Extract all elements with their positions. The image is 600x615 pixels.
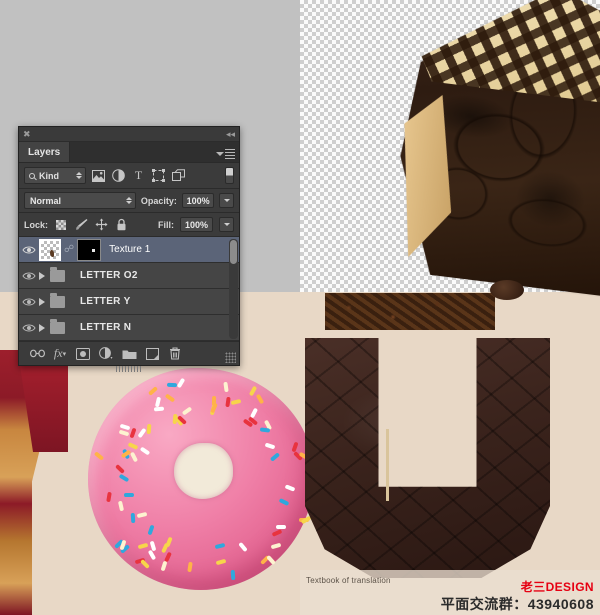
letter-u-stick [385, 429, 389, 502]
panel-titlebar: ✖ ◂◂ [19, 127, 239, 142]
panel-bottom-grip[interactable] [116, 366, 142, 372]
lock-position-move-icon[interactable] [94, 218, 108, 232]
panel-menu-icon[interactable] [216, 147, 235, 161]
donut-sprinkle [230, 570, 236, 581]
blend-mode-row: Normal Opacity: 100% [19, 189, 239, 213]
new-group-icon[interactable] [119, 345, 139, 363]
donut-sprinkle [172, 413, 178, 425]
layer-thumbnails[interactable]: ☍ [39, 238, 102, 261]
layer-row-letter-o2[interactable]: LETTER O2 [19, 263, 239, 289]
fill-label: Fill: [158, 219, 174, 230]
opacity-dropdown-button[interactable] [219, 193, 234, 208]
filter-kind-select[interactable]: Kind [24, 167, 86, 184]
panel-tabrow: Layers [19, 142, 239, 163]
opacity-input[interactable]: 100% [181, 193, 215, 208]
brownie-strip-image [325, 293, 495, 330]
layer-mask-thumbnail[interactable] [77, 238, 102, 261]
donut-sprinkle [130, 512, 136, 524]
layer-row-letter-y[interactable]: LETTER Y [19, 289, 239, 315]
watermark-qq-group: 平面交流群：43940608 [440, 596, 594, 612]
group-disclosure-triangle-icon[interactable] [39, 271, 45, 280]
layer-name-label[interactable]: LETTER O2 [80, 270, 138, 281]
layer-list-scrollbar-thumb[interactable] [230, 240, 237, 264]
watermark-translation-note: Textbook of translation [306, 576, 391, 585]
donut-sprinkle [146, 423, 152, 434]
watermark-brand: 老三DESIGN [520, 580, 594, 594]
lock-all-padlock-icon[interactable] [114, 218, 128, 232]
search-icon [29, 172, 35, 179]
tab-layers[interactable]: Layers [19, 142, 71, 162]
donut-sprinkle [167, 382, 178, 388]
pixel-layer-filter-icon[interactable] [91, 168, 106, 183]
link-layers-icon[interactable] [27, 345, 47, 363]
collapse-arrows-icon[interactable]: ◂◂ [226, 129, 235, 139]
fill-input[interactable]: 100% [180, 217, 213, 232]
adjustment-layer-filter-icon[interactable] [111, 168, 126, 183]
left-letter-counter [32, 452, 72, 615]
group-disclosure-triangle-icon[interactable] [39, 323, 45, 332]
blend-mode-select[interactable]: Normal [24, 192, 136, 209]
layer-list[interactable]: ☍ Texture 1 LETTER O2 LETTER Y LETTER N [19, 237, 239, 341]
donut-hole [173, 443, 233, 499]
layer-visibility-icon[interactable] [19, 245, 39, 255]
folder-icon [50, 292, 65, 308]
layer-list-scrollbar[interactable] [229, 239, 238, 339]
folder-icon [50, 318, 65, 334]
chocolate-cake-slice-image [387, 0, 600, 296]
filter-kind-label: Kind [39, 170, 59, 181]
group-disclosure-triangle-icon[interactable] [39, 297, 45, 306]
lock-label: Lock: [24, 219, 49, 230]
layers-panel[interactable]: ✖ ◂◂ Layers Kind T Normal Opacity: 100% … [18, 126, 240, 372]
chocolate-letter-u [305, 338, 550, 578]
new-layer-icon[interactable] [142, 345, 162, 363]
filter-enable-toggle[interactable] [225, 167, 234, 184]
opacity-label: Opacity: [140, 195, 177, 206]
panel-footer-toolbar: fx ▾ [19, 341, 239, 365]
donut-sprinkle [276, 525, 287, 530]
layer-visibility-icon[interactable] [19, 323, 39, 333]
letter-u-texture [305, 338, 550, 578]
chevron-down-icon [216, 152, 224, 156]
photoshop-screenshot: Textbook of translation 老三DESIGN 平面交流群：4… [0, 0, 600, 615]
layer-visibility-icon[interactable] [19, 297, 39, 307]
donut-sprinkle [259, 427, 271, 433]
lock-transparent-pixels-icon[interactable] [54, 218, 68, 232]
mask-link-icon[interactable]: ☍ [64, 244, 74, 255]
blend-mode-stepper[interactable] [125, 197, 132, 204]
pink-donut-image [88, 368, 320, 590]
blend-mode-value: Normal [30, 195, 62, 206]
layer-visibility-icon[interactable] [19, 271, 39, 281]
chocolate-crumb [490, 280, 524, 300]
delete-layer-icon[interactable] [165, 345, 185, 363]
close-icon[interactable]: ✖ [23, 129, 31, 139]
donut-sprinkle [124, 493, 135, 498]
lock-row: Lock: Fill: 100% [19, 213, 239, 237]
tab-layers-label: Layers [28, 146, 61, 158]
hamburger-icon [225, 147, 235, 161]
layer-thumbnail[interactable] [39, 238, 61, 261]
layer-row-texture-1[interactable]: ☍ Texture 1 [19, 237, 239, 263]
smart-object-filter-icon[interactable] [171, 168, 186, 183]
add-layer-mask-icon[interactable] [73, 345, 93, 363]
shape-layer-filter-icon[interactable] [151, 168, 166, 183]
layer-name-label[interactable]: Texture 1 [109, 244, 150, 255]
donut-sprinkle [222, 381, 229, 392]
panel-resize-grip[interactable] [225, 352, 236, 363]
layer-name-label[interactable]: LETTER Y [80, 296, 131, 307]
type-layer-filter-icon[interactable]: T [131, 168, 146, 183]
layer-filter-row: Kind T [19, 163, 239, 189]
layer-row-letter-n[interactable]: LETTER N [19, 315, 239, 341]
layer-name-label[interactable]: LETTER N [80, 322, 131, 333]
lock-image-pixels-brush-icon[interactable] [74, 218, 88, 232]
folder-icon [50, 266, 65, 282]
layer-style-fx-icon[interactable]: fx ▾ [50, 345, 70, 363]
new-adjustment-layer-icon[interactable] [96, 345, 116, 363]
filter-kind-stepper[interactable] [76, 172, 82, 179]
fill-dropdown-button[interactable] [219, 217, 234, 232]
